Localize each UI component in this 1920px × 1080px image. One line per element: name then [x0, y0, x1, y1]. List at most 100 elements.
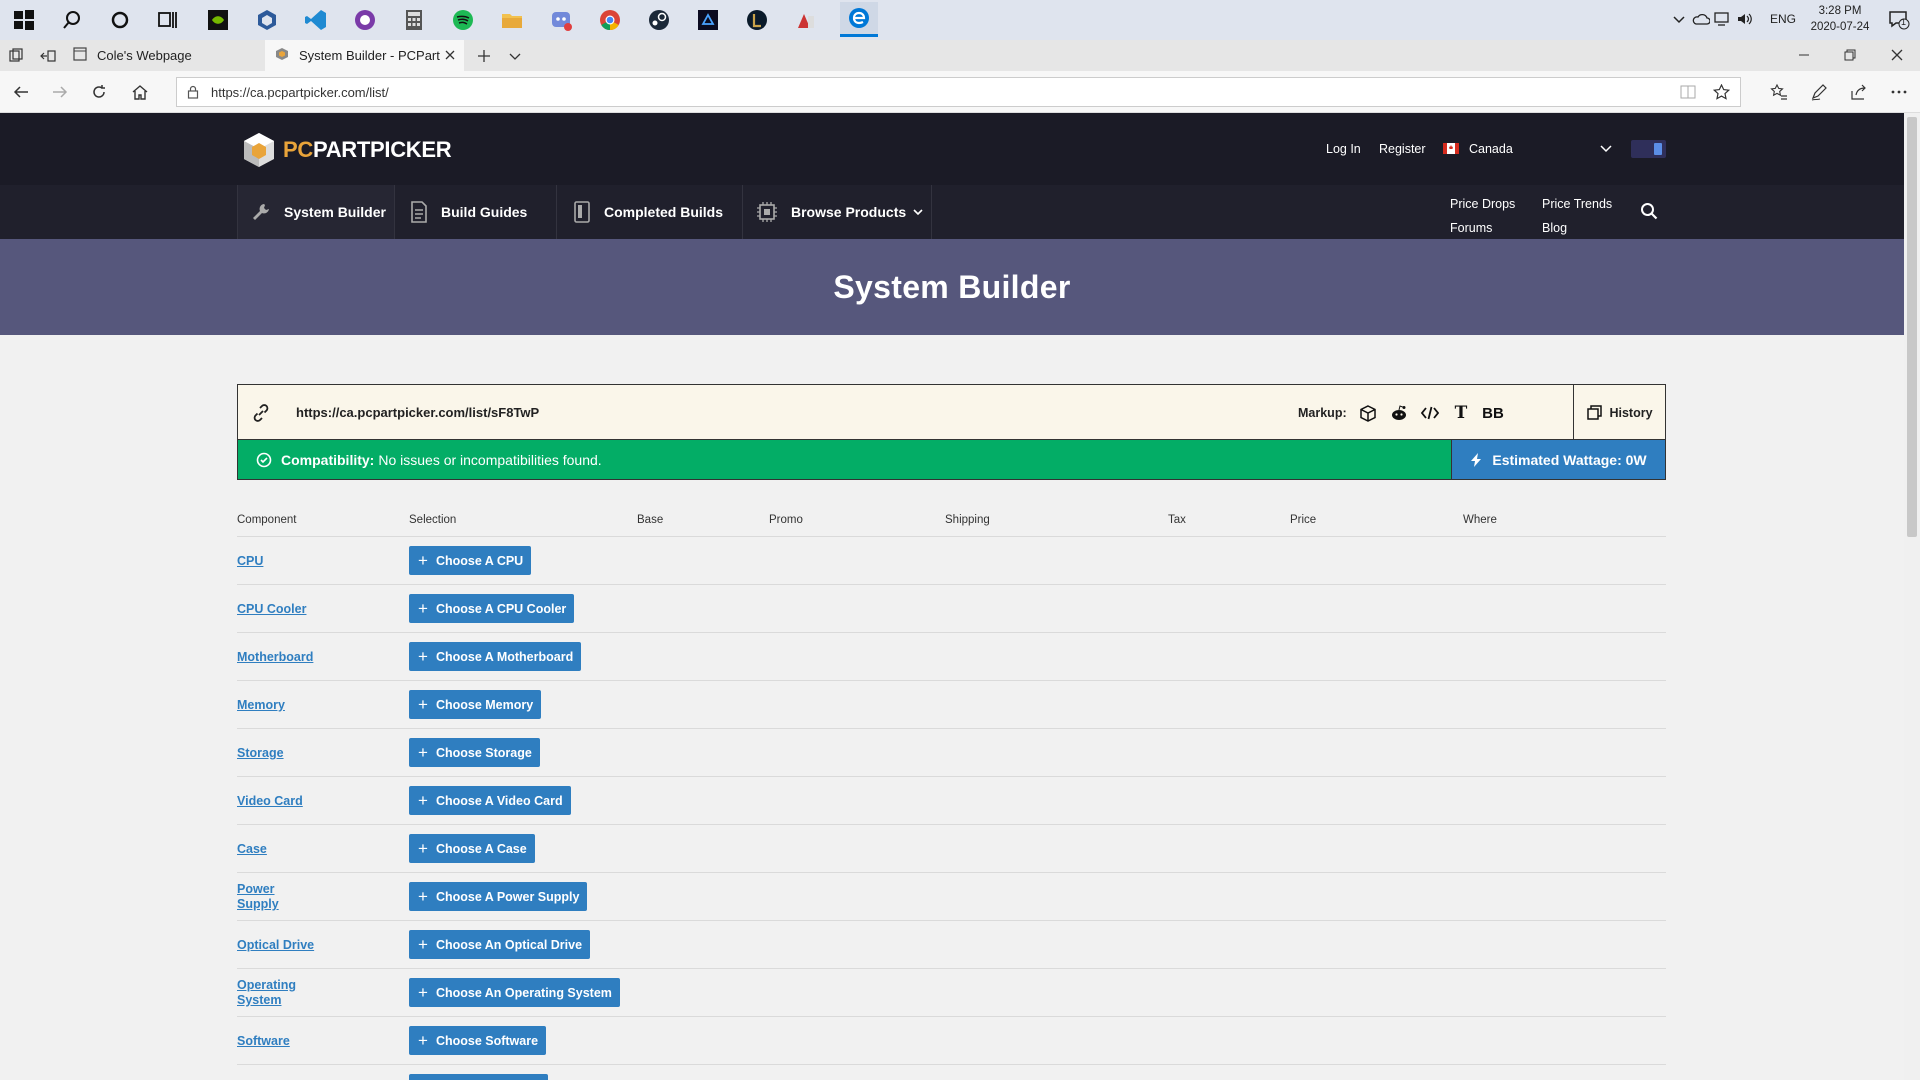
login-link[interactable]: Log In: [1326, 142, 1361, 156]
nav-completed-builds[interactable]: Completed Builds: [557, 185, 743, 239]
action-center-icon[interactable]: 1: [1888, 10, 1910, 33]
nav-browse-products[interactable]: Browse Products: [743, 185, 932, 239]
discord-icon[interactable]: [546, 5, 576, 35]
price-drops-link[interactable]: Price Drops: [1450, 197, 1515, 211]
price-trends-link[interactable]: Price Trends: [1542, 197, 1612, 211]
clock[interactable]: 3:28 PM 2020-07-24: [1810, 3, 1870, 35]
choose-storage-button[interactable]: + Choose Storage: [409, 738, 540, 767]
tab-system-builder[interactable]: System Builder - PCPart: [265, 40, 464, 71]
plus-icon: +: [418, 695, 428, 714]
history-button[interactable]: History: [1573, 385, 1666, 440]
task-view-icon[interactable]: [153, 5, 183, 35]
choose-operating-system-button[interactable]: + Choose An Operating System: [409, 978, 620, 1007]
close-tab-icon[interactable]: [444, 49, 456, 64]
back-icon[interactable]: [12, 84, 30, 103]
scrollbar-thumb[interactable]: [1907, 117, 1917, 537]
page-scrollbar[interactable]: [1904, 113, 1920, 1080]
choose-memory-button[interactable]: + Choose Memory: [409, 690, 542, 719]
cortana-icon[interactable]: [105, 5, 135, 35]
virtualbox-icon[interactable]: [252, 5, 282, 35]
html-code-icon[interactable]: [1419, 402, 1441, 424]
address-bar-input[interactable]: https://ca.pcpartpicker.com/list/: [176, 77, 1741, 107]
reading-view-icon[interactable]: [1680, 85, 1696, 102]
refresh-icon[interactable]: [91, 84, 107, 103]
file-explorer-icon[interactable]: [497, 5, 527, 35]
tab-list-chevron-icon[interactable]: [508, 49, 522, 66]
forward-icon[interactable]: [51, 84, 69, 103]
nav-build-guides[interactable]: Build Guides: [395, 185, 557, 239]
region-select[interactable]: Canada: [1443, 137, 1613, 161]
choose-case-button[interactable]: + Choose A Case: [409, 834, 535, 863]
steam-icon[interactable]: [644, 5, 674, 35]
forums-link[interactable]: Forums: [1450, 221, 1492, 235]
component-link-motherboard[interactable]: Motherboard: [237, 650, 347, 665]
table-row: CPU Cooler + Choose A CPU Cooler: [237, 584, 1666, 632]
component-link-power-supply[interactable]: Power Supply: [237, 882, 287, 912]
nvidia-icon[interactable]: [203, 5, 233, 35]
onenote-app-icon[interactable]: [350, 5, 380, 35]
text-markup-icon[interactable]: T: [1450, 402, 1472, 424]
share-icon[interactable]: [1850, 83, 1868, 104]
site-logo[interactable]: PCPARTPICKER: [241, 131, 452, 169]
blog-link[interactable]: Blog: [1542, 221, 1567, 235]
restore-icon[interactable]: [1843, 48, 1857, 65]
choose-cpu-button[interactable]: + Choose A CPU: [409, 546, 532, 575]
component-link-operating-system[interactable]: Operating System: [237, 978, 307, 1008]
choose-software-button[interactable]: + Choose Software: [409, 1026, 547, 1055]
search-icon[interactable]: [57, 5, 87, 35]
theme-toggle[interactable]: [1631, 140, 1666, 158]
vscode-icon[interactable]: [301, 5, 331, 35]
wattage-badge[interactable]: Estimated Wattage: 0W: [1451, 440, 1666, 480]
component-link-cpu[interactable]: CPU: [237, 554, 347, 569]
more-options-icon[interactable]: [1890, 83, 1908, 104]
league-of-legends-icon[interactable]: [742, 5, 772, 35]
notification-count: 1: [1901, 17, 1907, 27]
home-icon[interactable]: [131, 83, 149, 104]
set-tabs-aside-icon[interactable]: [40, 48, 56, 67]
volume-icon[interactable]: [1736, 12, 1752, 29]
component-link-video-card[interactable]: Video Card: [237, 794, 347, 809]
chrome-icon[interactable]: [595, 5, 625, 35]
close-window-icon[interactable]: [1890, 48, 1904, 65]
button-label: Choose Memory: [435, 697, 534, 712]
spotify-icon[interactable]: [448, 5, 478, 35]
chevron-up-icon[interactable]: [1672, 12, 1686, 29]
component-link-memory[interactable]: Memory: [237, 698, 347, 713]
plus-icon: +: [418, 647, 428, 666]
partially-visible-button[interactable]: [409, 1074, 548, 1080]
component-link-software[interactable]: Software: [237, 1034, 347, 1049]
favorite-star-icon[interactable]: [1712, 83, 1731, 103]
new-tab-icon[interactable]: [476, 48, 492, 67]
main-navigation: System Builder Build Guides Completed Bu…: [0, 185, 1904, 239]
permalink-url[interactable]: https://ca.pcpartpicker.com/list/sF8TwP: [296, 405, 539, 420]
code-editor-icon[interactable]: [693, 5, 723, 35]
tab-preview-icon[interactable]: [8, 48, 24, 67]
choose-optical-drive-button[interactable]: + Choose An Optical Drive: [409, 930, 591, 959]
component-link-optical-drive[interactable]: Optical Drive: [237, 938, 347, 953]
component-link-storage[interactable]: Storage: [237, 746, 347, 761]
tab-coles-webpage[interactable]: Cole's Webpage: [63, 40, 263, 71]
calculator-icon[interactable]: [399, 5, 429, 35]
onedrive-icon[interactable]: [1692, 12, 1711, 29]
favorites-hub-icon[interactable]: [1770, 83, 1788, 104]
register-link[interactable]: Register: [1379, 142, 1426, 156]
site-search-icon[interactable]: [1640, 202, 1658, 223]
choose-motherboard-button[interactable]: + Choose A Motherboard: [409, 642, 582, 671]
component-link-case[interactable]: Case: [237, 842, 347, 857]
choose-power-supply-button[interactable]: + Choose A Power Supply: [409, 882, 588, 911]
edge-icon[interactable]: [840, 2, 878, 37]
choose-video-card-button[interactable]: + Choose A Video Card: [409, 786, 571, 815]
reddit-icon[interactable]: [1388, 402, 1410, 424]
windows-start-icon[interactable]: [9, 5, 39, 35]
minimize-icon[interactable]: [1797, 48, 1811, 65]
nav-system-builder[interactable]: System Builder: [237, 185, 395, 239]
network-icon[interactable]: [1714, 12, 1732, 29]
language-indicator[interactable]: ENG: [1770, 12, 1796, 26]
web-note-pen-icon[interactable]: [1810, 83, 1828, 104]
bbcode-icon[interactable]: BB: [1478, 402, 1508, 424]
component-link-cpu-cooler[interactable]: CPU Cooler: [237, 602, 347, 617]
lightning-bolt-icon: [1470, 452, 1482, 468]
choose-cpu-cooler-button[interactable]: + Choose A CPU Cooler: [409, 594, 575, 623]
pcpp-markup-icon[interactable]: [1357, 402, 1379, 424]
paint-app-icon[interactable]: [791, 5, 821, 35]
